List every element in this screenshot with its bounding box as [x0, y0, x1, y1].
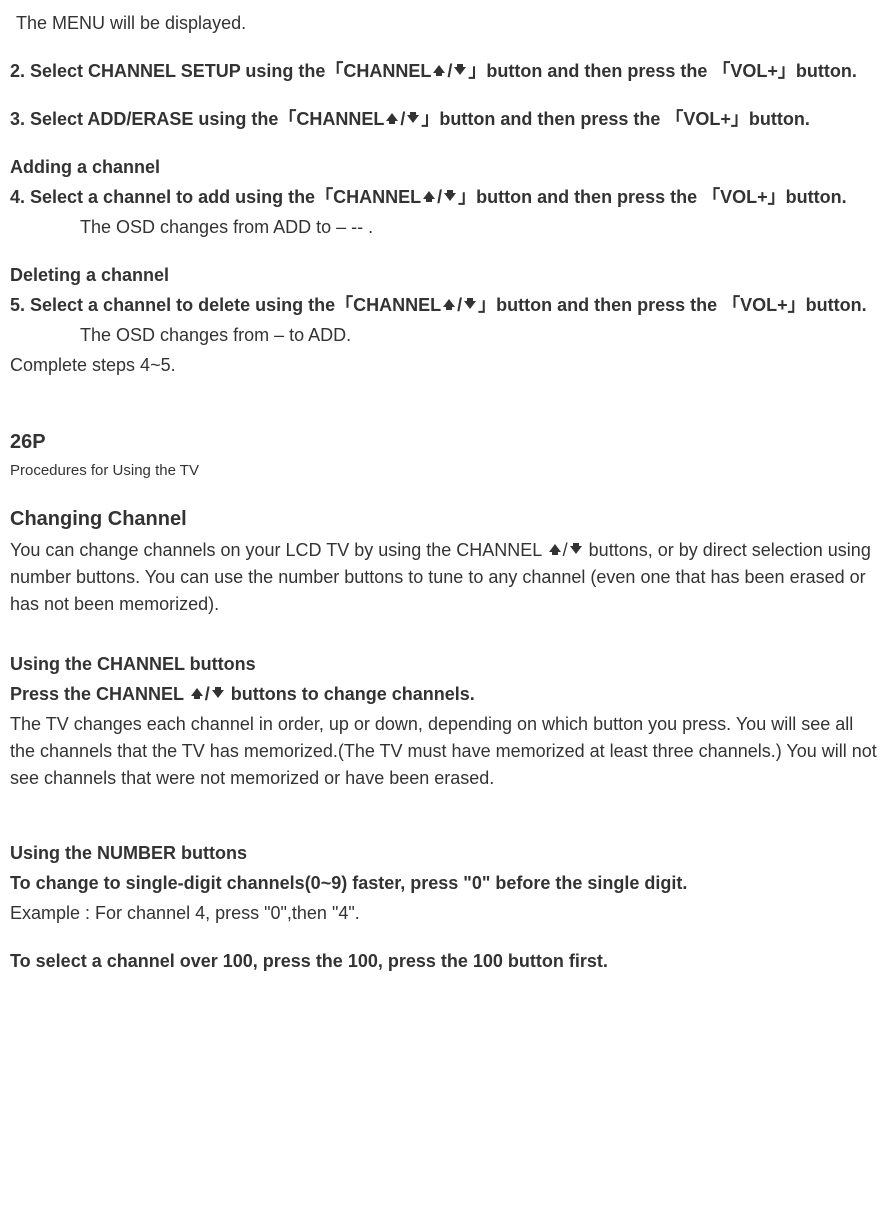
changing-p1-a: You can change channels on your LCD TV b… [10, 540, 547, 560]
arrow-down-icon [210, 686, 226, 700]
complete-text: Complete steps 4~5. [10, 352, 877, 379]
using-channel-bold: Press the CHANNEL / buttons to change ch… [10, 681, 877, 708]
step-4: 4. Select a channel to add using the「CHA… [10, 184, 877, 211]
arrow-down-icon [568, 542, 584, 556]
step-3: 3. Select ADD/ERASE using the「CHANNEL/」b… [10, 106, 877, 133]
using-channel-paragraph: The TV changes each channel in order, up… [10, 711, 877, 792]
arrow-up-icon [384, 111, 400, 125]
arrow-down-icon [405, 111, 421, 125]
arrow-up-icon [421, 189, 437, 203]
step-3-text-b: 」button and then press the 「VOL+」button. [421, 109, 810, 129]
step-5-text-b: 」button and then press the 「VOL+」button. [478, 295, 867, 315]
menu-displayed-text: The MENU will be displayed. [16, 10, 877, 37]
step-4-text-b: 」button and then press the 「VOL+」button. [458, 187, 847, 207]
using-number-buttons-heading: Using the NUMBER buttons [10, 840, 877, 867]
page-number: 26P [10, 427, 877, 457]
arrow-down-icon [462, 297, 478, 311]
using-number-example: Example : For channel 4, press "0",then … [10, 900, 877, 927]
step-5-sub: The OSD changes from – to ADD. [80, 322, 877, 349]
deleting-channel-heading: Deleting a channel [10, 262, 877, 289]
changing-channel-heading: Changing Channel [10, 504, 877, 534]
using-channel-bold-b: buttons to change channels. [226, 684, 475, 704]
step-3-text-a: 3. Select ADD/ERASE using the「CHANNEL [10, 109, 384, 129]
step-5: 5. Select a channel to delete using the「… [10, 292, 877, 319]
arrow-down-icon [452, 63, 468, 77]
step-4-sub: The OSD changes from ADD to – -- . [80, 214, 877, 241]
arrow-up-icon [189, 686, 205, 700]
procedures-subtitle: Procedures for Using the TV [10, 460, 877, 483]
step-2: 2. Select CHANNEL SETUP using the「CHANNE… [10, 58, 877, 85]
arrow-up-icon [441, 297, 457, 311]
step-2-text-a: 2. Select CHANNEL SETUP using the「CHANNE… [10, 61, 431, 81]
arrow-up-icon [431, 63, 447, 77]
step-4-text-a: 4. Select a channel to add using the「CHA… [10, 187, 421, 207]
changing-channel-paragraph: You can change channels on your LCD TV b… [10, 537, 877, 618]
step-5-text-a: 5. Select a channel to delete using the「… [10, 295, 441, 315]
using-number-bold-2: To select a channel over 100, press the … [10, 948, 877, 975]
adding-channel-heading: Adding a channel [10, 154, 877, 181]
using-channel-bold-a: Press the CHANNEL [10, 684, 189, 704]
using-number-bold-1: To change to single-digit channels(0~9) … [10, 870, 877, 897]
step-2-text-b: 」button and then press the 「VOL+」button. [468, 61, 857, 81]
using-channel-buttons-heading: Using the CHANNEL buttons [10, 651, 877, 678]
arrow-down-icon [442, 189, 458, 203]
arrow-up-icon [547, 542, 563, 556]
